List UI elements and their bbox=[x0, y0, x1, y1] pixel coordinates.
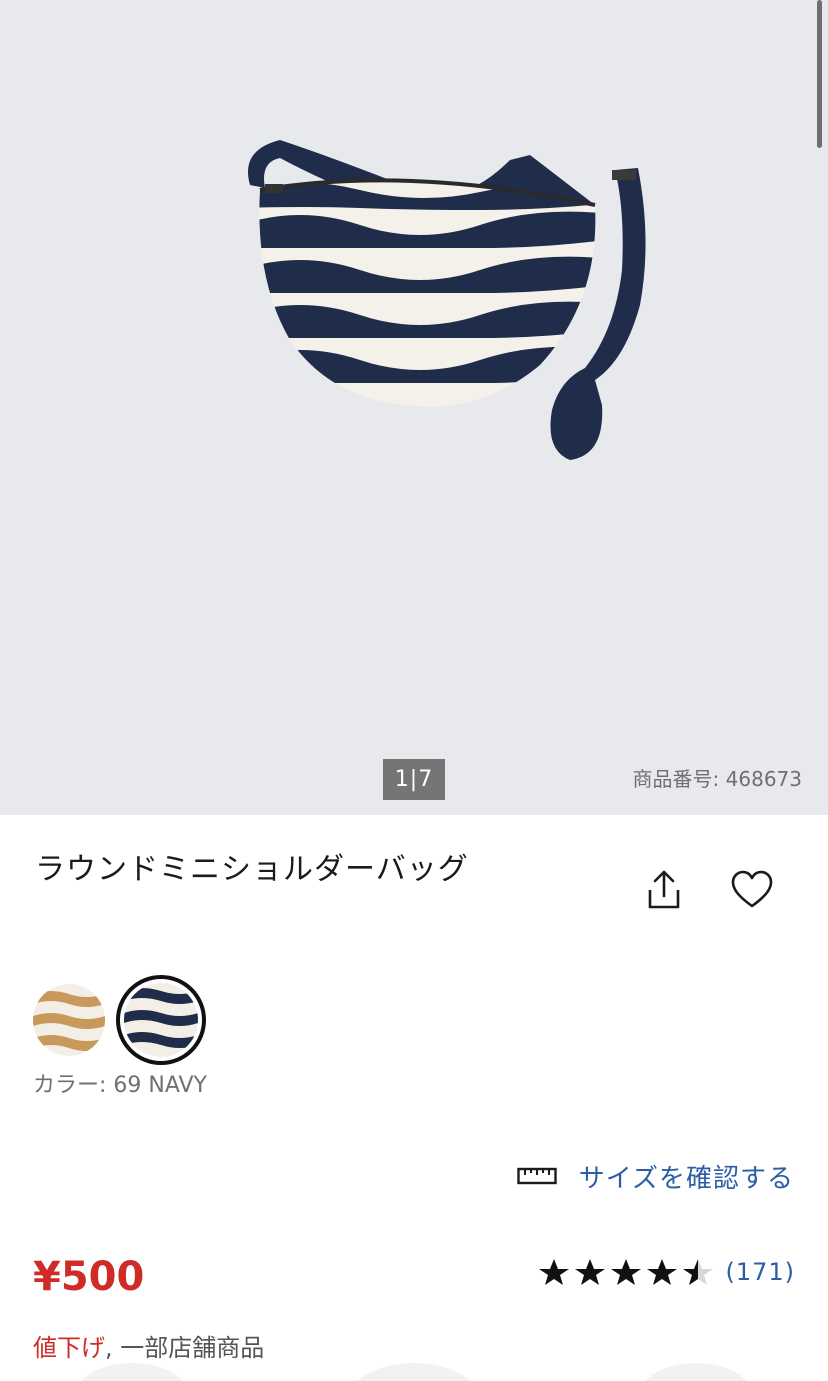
product-code: 商品番号: 468673 bbox=[632, 767, 802, 791]
color-label-prefix: カラー: bbox=[33, 1073, 114, 1098]
favorite-button[interactable] bbox=[728, 866, 776, 914]
half-star-icon bbox=[683, 1259, 714, 1285]
price: ¥500 bbox=[33, 1254, 145, 1300]
size-guide-link[interactable]: サイズを確認する bbox=[517, 1156, 794, 1196]
review-count[interactable]: (171) bbox=[725, 1258, 795, 1286]
star-rating bbox=[535, 1257, 715, 1287]
color-label: カラー: 69 NAVY bbox=[33, 1068, 207, 1104]
share-button[interactable] bbox=[640, 866, 688, 914]
product-title: ラウンドミニショルダーバッグ bbox=[35, 852, 469, 887]
price-note: 値下げ, 一部店舗商品 bbox=[33, 1330, 264, 1366]
scrollbar[interactable] bbox=[817, 0, 822, 148]
discount-label: 値下げ bbox=[33, 1334, 105, 1362]
price-note-separator: , bbox=[105, 1334, 121, 1362]
star-icon bbox=[539, 1259, 570, 1285]
share-icon bbox=[648, 870, 680, 909]
star-icon bbox=[611, 1259, 642, 1285]
beige-stripe-pattern bbox=[33, 984, 105, 1056]
size-guide-label[interactable]: サイズを確認する bbox=[579, 1158, 794, 1195]
product-detail-page: 1|7 商品番号: 468673 ラウンドミニショルダーバッグ カラー: 69 … bbox=[0, 0, 828, 1381]
star-icon bbox=[647, 1259, 678, 1285]
store-note: 一部店舗商品 bbox=[120, 1334, 265, 1362]
star-icon bbox=[575, 1259, 606, 1285]
color-swatch-navy[interactable] bbox=[124, 983, 198, 1057]
heart-icon bbox=[731, 870, 773, 908]
image-page-indicator: 1|7 bbox=[383, 759, 445, 800]
product-image-gallery[interactable]: 1|7 商品番号: 468673 bbox=[0, 0, 828, 815]
product-image bbox=[248, 140, 646, 460]
ruler-icon bbox=[517, 1167, 557, 1185]
rating[interactable]: (171) bbox=[535, 1252, 795, 1292]
color-label-value: 69 NAVY bbox=[113, 1073, 207, 1098]
navy-stripe-pattern bbox=[124, 983, 198, 1057]
color-swatch-beige[interactable] bbox=[33, 984, 105, 1056]
